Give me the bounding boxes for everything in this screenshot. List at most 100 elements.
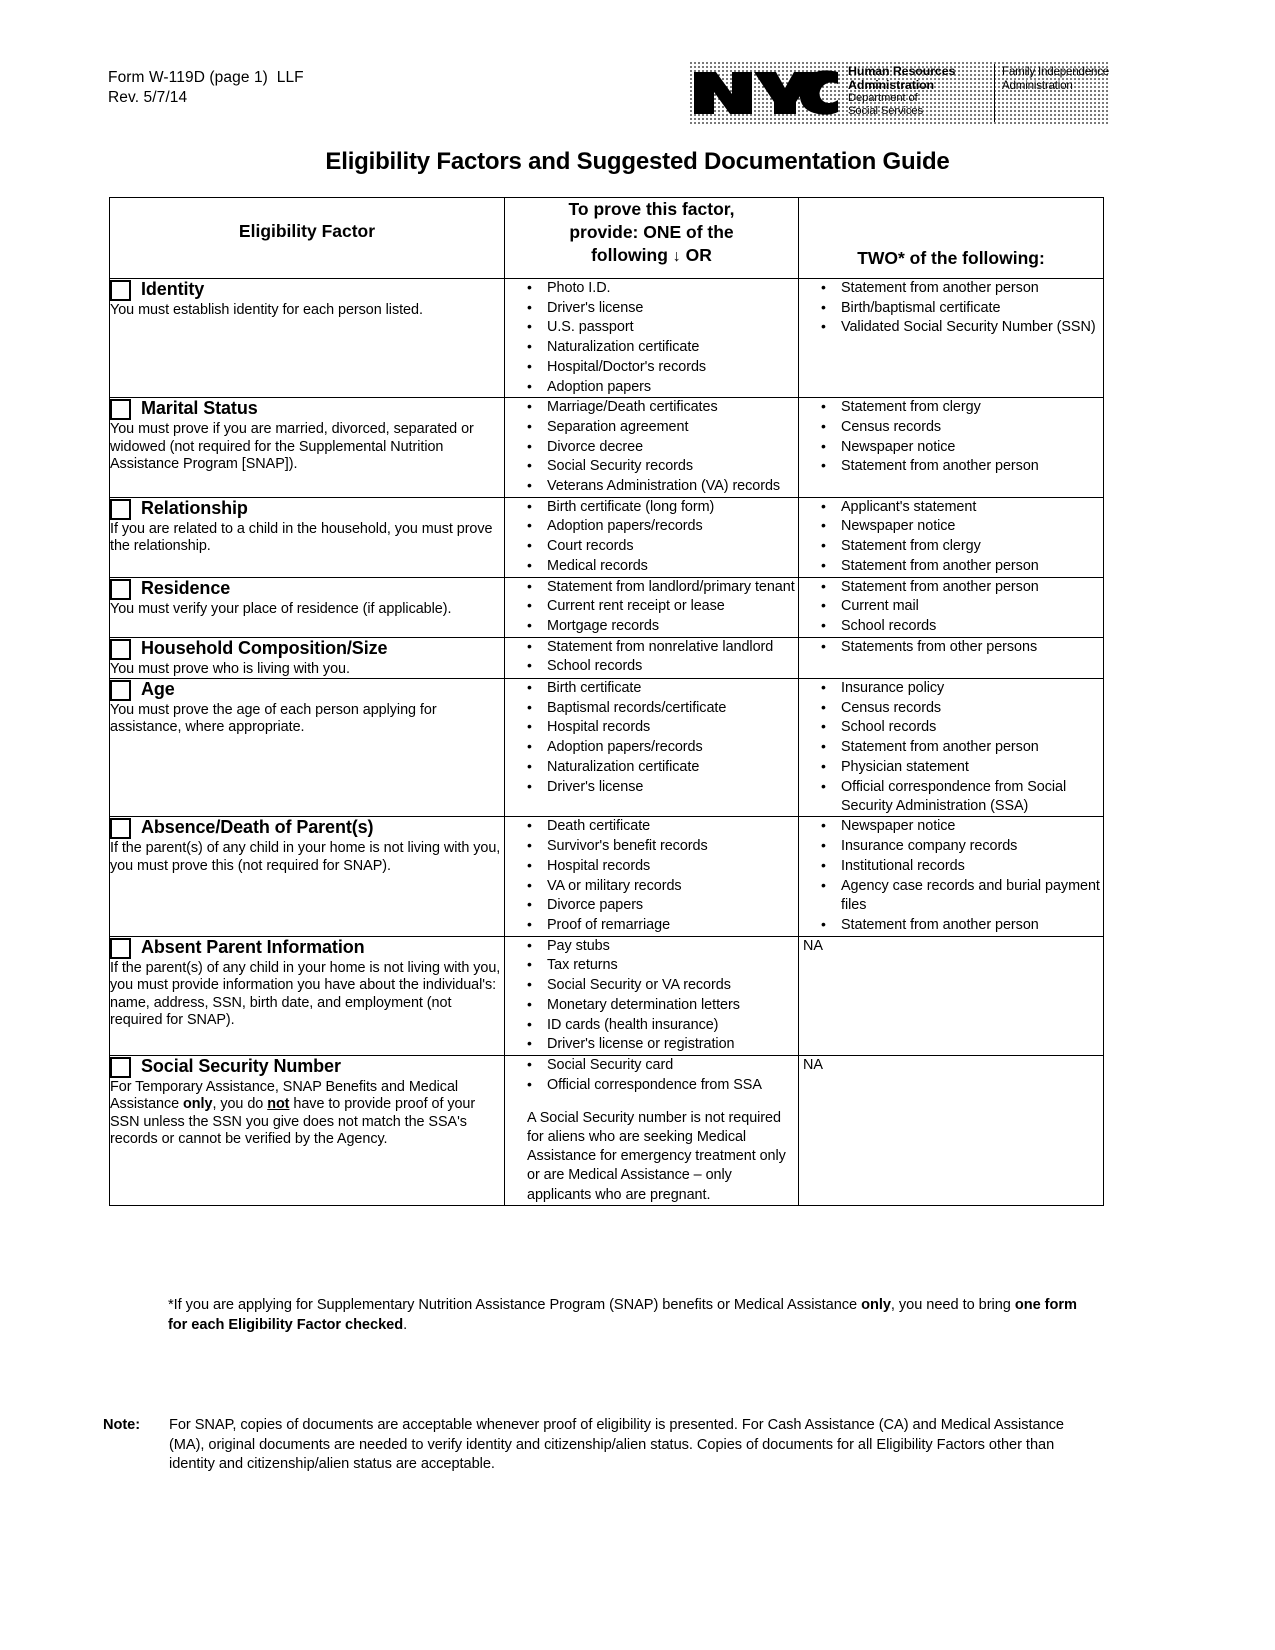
two-of-list: Statement from clergy Census records New…	[799, 397, 1103, 476]
checkbox-absent-parent-information[interactable]	[110, 937, 131, 959]
table-header: Eligibility Factor To prove this factor,…	[109, 197, 1104, 279]
list-item: Pay stubs	[527, 936, 798, 956]
bottom-note: Note: For SNAP, copies of documents are …	[103, 1416, 1103, 1475]
one-of-line-1: To prove this factor,	[568, 199, 735, 219]
down-arrow-icon: ↓	[672, 248, 681, 265]
list-item: Current mail	[821, 596, 1103, 616]
two-of-list: Statement from another person Current ma…	[799, 577, 1103, 637]
list-item: School records	[821, 616, 1103, 636]
list-item: Birth certificate (long form)	[527, 497, 798, 517]
factor-heading: Identity	[110, 279, 504, 301]
list-item: Social Security or VA records	[527, 975, 798, 995]
list-item: Divorce decree	[527, 437, 798, 457]
checkbox-marital-status[interactable]	[110, 399, 131, 421]
factor-description: You must verify your place of residence …	[110, 600, 452, 617]
checkbox-social-security-number[interactable]	[110, 1056, 131, 1078]
agency-line-4: Social Services	[848, 105, 923, 118]
factor-description: If the parent(s) of any child in your ho…	[110, 840, 501, 874]
list-item: Adoption papers/records	[527, 737, 798, 757]
factor-title: Absence/Death of Parent(s)	[141, 817, 374, 838]
factor-description: You must establish identity for each per…	[110, 302, 423, 318]
factor-description: You must prove who is living with you.	[110, 660, 350, 677]
table-header-row: Eligibility Factor To prove this factor,…	[109, 197, 1104, 279]
two-of-cell-identity: Statement from another person Birth/bapt…	[798, 278, 1104, 399]
ssn-note-paragraph: A Social Security number is not required…	[527, 1109, 786, 1203]
list-item: Physician statement	[821, 757, 1103, 777]
list-item: Statement from another person	[821, 737, 1103, 757]
list-item: Naturalization certificate	[527, 757, 798, 777]
two-of-cell-residence: Statement from another person Current ma…	[798, 577, 1104, 638]
column-header-two-of: TWO* of the following:	[798, 197, 1104, 279]
form-identifier: Form W-119D (page 1) LLF Rev. 5/7/14	[108, 68, 304, 108]
one-of-cell-social-security-number: Social Security card Official correspond…	[504, 1055, 799, 1206]
list-item: Statements from other persons	[821, 637, 1103, 657]
two-of-list: Newspaper notice Insurance company recor…	[799, 816, 1103, 935]
agency-line-2: Administration	[848, 77, 935, 92]
factor-description: If you are related to a child in the hou…	[110, 520, 493, 555]
two-of-list: Applicant's statement Newspaper notice S…	[799, 497, 1103, 576]
one-of-cell-relationship: Birth certificate (long form) Adoption p…	[504, 497, 799, 578]
list-item: Social Security card	[527, 1055, 798, 1075]
eligibility-documentation-table: Eligibility Factor To prove this factor,…	[109, 197, 1104, 1206]
list-item: U.S. passport	[527, 317, 798, 337]
checkbox-identity[interactable]	[110, 280, 131, 301]
list-item: Validated Social Security Number (SSN)	[821, 317, 1103, 337]
checkbox-age[interactable]	[110, 680, 131, 702]
sub-agency-line-2: Administration	[1002, 79, 1073, 92]
factor-heading: Household Composition/Size	[110, 638, 504, 660]
list-item: VA or military records	[527, 876, 798, 896]
agency-line-1: Human Resources	[848, 64, 956, 78]
two-of-cell-absence-death-of-parents: Newspaper notice Insurance company recor…	[798, 816, 1104, 937]
list-item: Current rent receipt or lease	[527, 596, 798, 616]
one-of-list: Birth certificate (long form) Adoption p…	[505, 497, 798, 576]
list-item: Statement from another person	[821, 914, 1103, 935]
two-of-cell-relationship: Applicant's statement Newspaper notice S…	[798, 497, 1104, 578]
list-item: Newspaper notice	[821, 516, 1103, 536]
table-row: Absent Parent Information If the parent(…	[109, 936, 1104, 1056]
two-of-list: Insurance policy Census records School r…	[799, 678, 1103, 816]
checkbox-residence[interactable]	[110, 578, 131, 600]
list-item: Court records	[527, 536, 798, 556]
checkbox-absence-death-of-parents[interactable]	[110, 818, 131, 840]
one-of-cell-residence: Statement from landlord/primary tenant C…	[504, 577, 799, 638]
factor-title: Residence	[141, 577, 231, 598]
two-of-cell-marital-status: Statement from clergy Census records New…	[798, 397, 1104, 498]
agency-divider	[994, 64, 995, 122]
list-item: Divorce papers	[527, 895, 798, 915]
table-row: Household Composition/Size You must prov…	[109, 637, 1104, 680]
list-item: Statement from another person	[821, 556, 1103, 576]
list-item: Hospital records	[527, 717, 798, 737]
form-revision-line: Rev. 5/7/14	[108, 89, 188, 106]
one-of-list: Birth certificate Baptismal records/cert…	[505, 678, 798, 797]
footnote-bold-only: only	[861, 1297, 891, 1313]
factor-description: For Temporary Assistance, SNAP Benefits …	[110, 1079, 504, 1149]
list-item: Driver's license or registration	[527, 1034, 798, 1054]
list-item: Survivor's benefit records	[527, 836, 798, 856]
two-of-cell-age: Insurance policy Census records School r…	[798, 678, 1104, 818]
agency-names: Human Resources Administration Departmen…	[842, 62, 1110, 124]
factor-title: Absent Parent Information	[141, 936, 365, 957]
one-of-cell-absent-parent-information: Pay stubs Tax returns Social Security or…	[504, 936, 799, 1056]
list-item: Institutional records	[821, 856, 1103, 876]
table-footnote: *If you are applying for Supplementary N…	[168, 1296, 1080, 1335]
list-item: Adoption papers/records	[527, 516, 798, 536]
checkbox-relationship[interactable]	[110, 498, 131, 520]
factor-description: You must prove the age of each person ap…	[110, 702, 437, 736]
table-row: Social Security Number For Temporary Ass…	[109, 1055, 1104, 1206]
list-item: Medical records	[527, 556, 798, 576]
list-item: Death certificate	[527, 816, 798, 836]
list-item: Applicant's statement	[821, 497, 1103, 517]
footnote-part2: , you need to bring	[890, 1297, 1015, 1313]
list-item: School records	[821, 717, 1103, 737]
list-item: Adoption papers	[527, 377, 798, 397]
factor-heading: Marital Status	[110, 398, 504, 421]
factor-cell-age: Age You must prove the age of each perso…	[109, 678, 505, 818]
two-of-cell-household-composition: Statements from other persons	[798, 637, 1104, 680]
list-item: Hospital/Doctor's records	[527, 357, 798, 377]
factor-heading: Age	[110, 679, 504, 702]
bottom-note-label: Note:	[103, 1417, 141, 1433]
table-row: Residence You must verify your place of …	[109, 577, 1104, 638]
agency-secondary-name: Family Independence Administration	[1002, 62, 1110, 124]
checkbox-household-composition[interactable]	[110, 638, 131, 660]
not-applicable-text: NA	[803, 937, 823, 954]
